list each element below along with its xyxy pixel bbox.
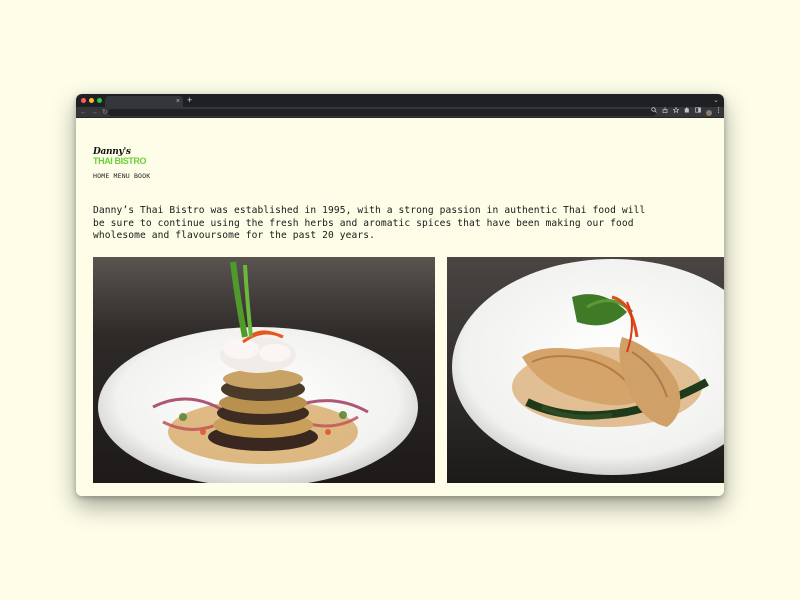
web-page: Danny's THAI BISTRO HOME MENU BOOK Danny…: [76, 118, 724, 496]
logo-brand-text: THAI BISTRO: [93, 156, 147, 166]
kebab-menu-icon[interactable]: [717, 107, 720, 118]
back-icon[interactable]: ←: [80, 107, 87, 118]
sidebar-icon[interactable]: [695, 107, 701, 118]
dish-photo-fish-cakes: [447, 257, 724, 483]
main-nav: HOME MENU BOOK: [93, 172, 150, 180]
window-controls: [81, 98, 102, 103]
profile-avatar[interactable]: [706, 109, 712, 116]
nav-item-home[interactable]: HOME: [93, 172, 109, 180]
nav-item-menu[interactable]: MENU: [113, 172, 129, 180]
share-icon[interactable]: [662, 107, 668, 118]
toolbar-icons: [651, 106, 720, 118]
minimize-window-button[interactable]: [89, 98, 94, 103]
site-logo[interactable]: Danny's THAI BISTRO: [93, 148, 153, 170]
forward-icon[interactable]: →: [91, 107, 98, 118]
maximize-window-button[interactable]: [97, 98, 102, 103]
star-icon[interactable]: [672, 106, 680, 118]
browser-toolbar: ← → ↻: [76, 106, 724, 118]
browser-window: × + ⌄ ← → ↻ Danny's THAI BISTRO HOME MEN…: [76, 94, 724, 496]
navigation-controls: ← → ↻: [80, 107, 108, 118]
nav-item-book[interactable]: BOOK: [134, 172, 150, 180]
zoom-icon[interactable]: [651, 107, 657, 118]
extensions-icon[interactable]: [684, 107, 690, 118]
browser-tab[interactable]: ×: [105, 96, 183, 107]
address-bar[interactable]: [108, 109, 656, 116]
close-window-button[interactable]: [81, 98, 86, 103]
intro-paragraph: Danny’s Thai Bistro was established in 1…: [93, 205, 646, 241]
tab-bar: × + ⌄: [76, 94, 724, 107]
chevron-down-icon[interactable]: ⌄: [713, 94, 719, 107]
reload-icon[interactable]: ↻: [102, 107, 108, 118]
dish-photo-eggplant-stack: [93, 257, 435, 483]
new-tab-button[interactable]: +: [187, 94, 192, 107]
close-icon[interactable]: ×: [176, 96, 180, 107]
